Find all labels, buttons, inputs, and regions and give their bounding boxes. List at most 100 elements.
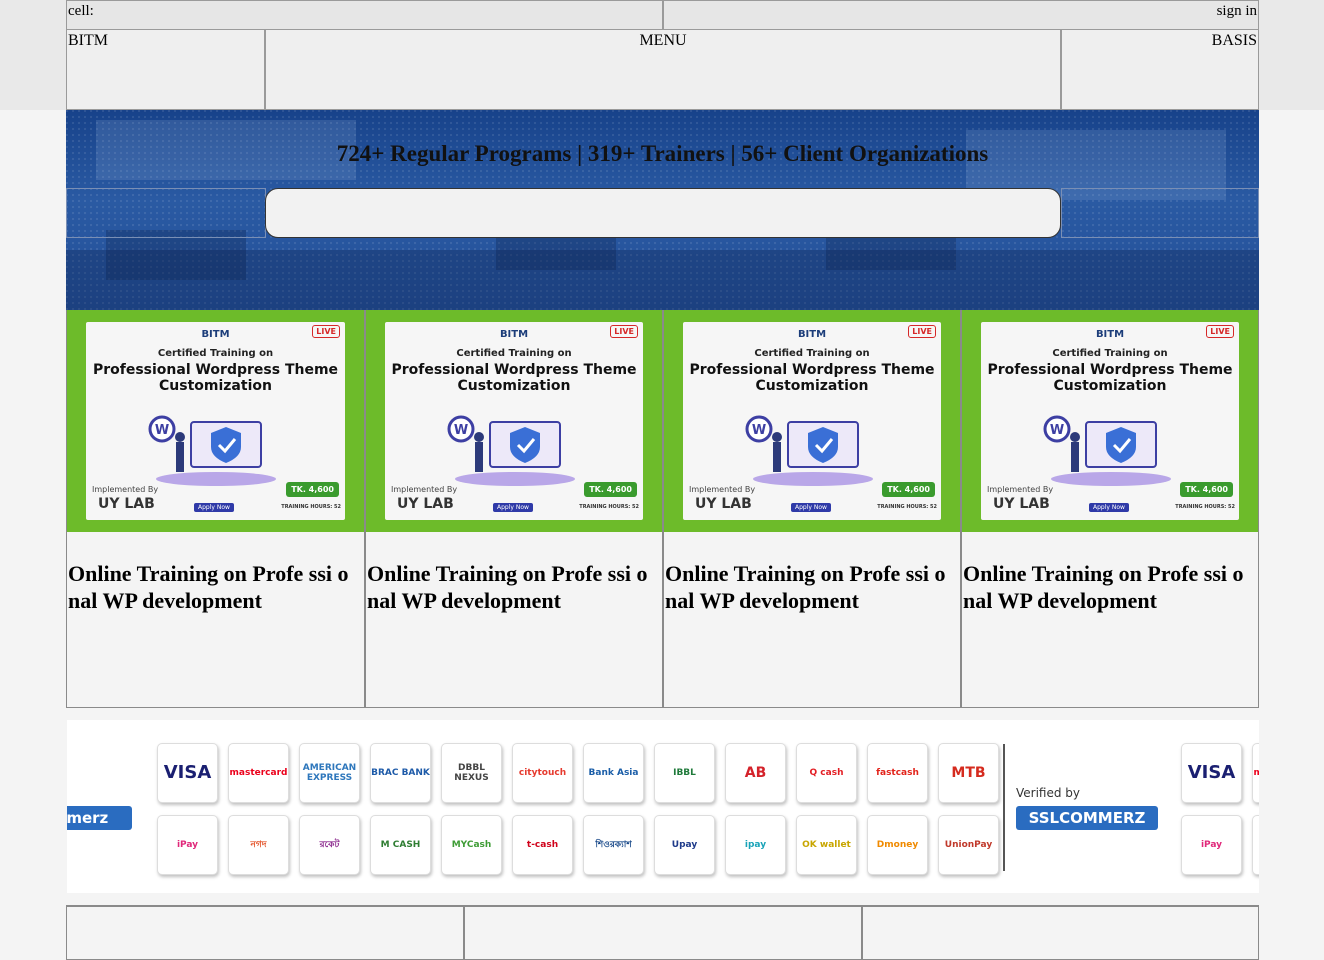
course-banner-image[interactable]: BITM LIVE Certified Training on Professi… bbox=[962, 310, 1258, 532]
implemented-by-label: Implemented By bbox=[987, 485, 1054, 494]
course-title[interactable]: Online Training on Profe ssi onal WP dev… bbox=[68, 560, 360, 614]
hero-side-cell-right bbox=[1061, 188, 1259, 238]
payment-logo-tile: ipay bbox=[725, 815, 786, 875]
payment-logo-tile: IBBL bbox=[654, 743, 715, 803]
training-hours: TRAINING HOURS: 52 bbox=[877, 504, 937, 510]
payment-logo-row: iPayনগদরকেটM CASHMYCasht-cashশিওরক্যাশUp… bbox=[1181, 815, 1259, 875]
bitm-logo: BITM bbox=[797, 329, 827, 340]
training-hours: TRAINING HOURS: 52 bbox=[579, 504, 639, 510]
payment-logo-tile: citytouch bbox=[512, 743, 573, 803]
apply-now-button[interactable]: Apply Now bbox=[1089, 503, 1129, 512]
partner-logo[interactable]: BASIS bbox=[1061, 29, 1259, 110]
implemented-by-label: Implemented By bbox=[391, 485, 458, 494]
payment-logo-tile: iPay bbox=[157, 815, 218, 875]
course-title[interactable]: Online Training on Profe ssi onal WP dev… bbox=[665, 560, 957, 614]
payment-logo-row: VISAmastercardAMERICAN EXPRESSBRAC BANKD… bbox=[1181, 743, 1259, 803]
fee-badge: TK. 4,600 bbox=[1180, 482, 1233, 497]
hero-banner: 724+ Regular Programs | 319+ Trainers | … bbox=[66, 110, 1259, 310]
course-title[interactable]: Online Training on Profe ssi onal WP dev… bbox=[963, 560, 1255, 614]
contact-cell: cell: bbox=[66, 0, 663, 30]
sslcommerz-badge-partial: mmerz bbox=[67, 806, 132, 830]
certified-label: Certified Training on bbox=[754, 348, 870, 359]
svg-text:W: W bbox=[752, 423, 766, 438]
uylab-logo: UY LAB bbox=[695, 496, 752, 512]
live-badge: LIVE bbox=[312, 325, 340, 338]
svg-text:W: W bbox=[454, 423, 468, 438]
payment-logo-tile: AB bbox=[725, 743, 786, 803]
payment-logo-tile: Bank Asia bbox=[583, 743, 644, 803]
wordpress-illustration-icon: W bbox=[745, 415, 873, 486]
course-banner-image[interactable]: BITM LIVE Certified Training on Professi… bbox=[366, 310, 662, 532]
course-card[interactable]: BITM LIVE Certified Training on Professi… bbox=[961, 310, 1259, 708]
footer-column bbox=[464, 906, 862, 960]
course-banner: BITM LIVE Certified Training on Professi… bbox=[86, 322, 345, 520]
footer-column bbox=[66, 906, 464, 960]
payment-logo-tile: fastcash bbox=[867, 743, 928, 803]
course-card[interactable]: BITM LIVE Certified Training on Professi… bbox=[663, 310, 961, 708]
hero-stats: 724+ Regular Programs | 319+ Trainers | … bbox=[336, 141, 989, 166]
wordpress-illustration-icon: W bbox=[148, 415, 276, 486]
course-banner: BITM LIVE Certified Training on Professi… bbox=[981, 322, 1239, 520]
apply-now-button[interactable]: Apply Now bbox=[194, 503, 234, 512]
payment-logo-tile: নগদ bbox=[1252, 815, 1259, 875]
course-list: BITM LIVE Certified Training on Professi… bbox=[66, 310, 1259, 708]
fee-badge: TK. 4,600 bbox=[286, 482, 339, 497]
live-badge: LIVE bbox=[610, 325, 638, 338]
bitm-logo: BITM bbox=[499, 329, 529, 340]
course-banner-image[interactable]: BITM LIVE Certified Training on Professi… bbox=[67, 310, 364, 532]
fee-badge: TK. 4,600 bbox=[882, 482, 935, 497]
payment-logo-tile: রকেট bbox=[299, 815, 360, 875]
payment-logo-tile: শিওরক্যাশ bbox=[583, 815, 644, 875]
certified-label: Certified Training on bbox=[456, 348, 572, 359]
uylab-logo: UY LAB bbox=[397, 496, 454, 512]
payment-logo-tile: M CASH bbox=[370, 815, 431, 875]
uylab-logo: UY LAB bbox=[98, 496, 155, 512]
payment-logo-tile: AMERICAN EXPRESS bbox=[299, 743, 360, 803]
banner-headline: Professional Wordpress Theme Customizati… bbox=[92, 362, 339, 394]
search-input[interactable] bbox=[265, 188, 1061, 238]
payment-logo-tile: DBBL NEXUS bbox=[441, 743, 502, 803]
implemented-by-label: Implemented By bbox=[92, 485, 159, 494]
payment-logo-tile: Upay bbox=[654, 815, 715, 875]
sslcommerz-badge: SSLCOMMERZ bbox=[1016, 806, 1158, 830]
uylab-logo: UY LAB bbox=[993, 496, 1050, 512]
course-banner: BITM LIVE Certified Training on Professi… bbox=[683, 322, 941, 520]
footer bbox=[66, 906, 1259, 960]
payment-logo-row: iPayনগদরকেটM CASHMYCasht-cashশিওরক্যাশUp… bbox=[157, 815, 999, 875]
payment-logos-repeat: VISAmastercardAMERICAN EXPRESSBRAC BANKD… bbox=[1181, 743, 1259, 887]
sign-in-link[interactable]: sign in bbox=[662, 0, 1259, 30]
payment-logo-tile: iPay bbox=[1181, 815, 1242, 875]
top-bar: cell: sign in bbox=[66, 0, 1259, 30]
brand-logo[interactable]: BITM bbox=[66, 29, 265, 110]
training-hours: TRAINING HOURS: 52 bbox=[281, 504, 341, 510]
payment-logo-tile: নগদ bbox=[228, 815, 289, 875]
divider bbox=[1003, 744, 1005, 871]
course-banner-image[interactable]: BITM LIVE Certified Training on Professi… bbox=[664, 310, 960, 532]
course-card[interactable]: BITM LIVE Certified Training on Professi… bbox=[365, 310, 663, 708]
apply-now-button[interactable]: Apply Now bbox=[791, 503, 831, 512]
bitm-logo: BITM bbox=[201, 329, 230, 340]
live-badge: LIVE bbox=[908, 325, 936, 338]
payment-logo-tile: MTB bbox=[938, 743, 999, 803]
course-card[interactable]: BITM LIVE Certified Training on Professi… bbox=[66, 310, 365, 708]
payment-logo-tile: Dmoney bbox=[867, 815, 928, 875]
payment-logo-tile: UnionPay bbox=[938, 815, 999, 875]
bitm-logo: BITM bbox=[1095, 329, 1125, 340]
payment-logo-tile: OK wallet bbox=[796, 815, 857, 875]
course-title[interactable]: Online Training on Profe ssi onal WP dev… bbox=[367, 560, 659, 614]
payment-logo-tile: mastercard bbox=[1252, 743, 1259, 803]
svg-text:W: W bbox=[1050, 423, 1064, 438]
fee-badge: TK. 4,600 bbox=[584, 482, 637, 497]
banner-headline: Professional Wordpress Theme Customizati… bbox=[987, 362, 1233, 394]
verified-by-label: Verified by bbox=[1016, 786, 1081, 800]
apply-now-button[interactable]: Apply Now bbox=[493, 503, 533, 512]
implemented-by-label: Implemented By bbox=[689, 485, 756, 494]
main-menu[interactable]: MENU bbox=[265, 29, 1061, 110]
footer-column bbox=[862, 906, 1259, 960]
payment-logo-tile: VISA bbox=[157, 743, 218, 803]
payment-methods-banner: mmerz VISAmastercardAMERICAN EXPRESSBRAC… bbox=[67, 720, 1259, 893]
payment-logo-tile: MYCash bbox=[441, 815, 502, 875]
course-banner: BITM LIVE Certified Training on Professi… bbox=[385, 322, 643, 520]
certified-label: Certified Training on bbox=[157, 348, 274, 359]
hero-side-cell-left bbox=[66, 188, 266, 238]
